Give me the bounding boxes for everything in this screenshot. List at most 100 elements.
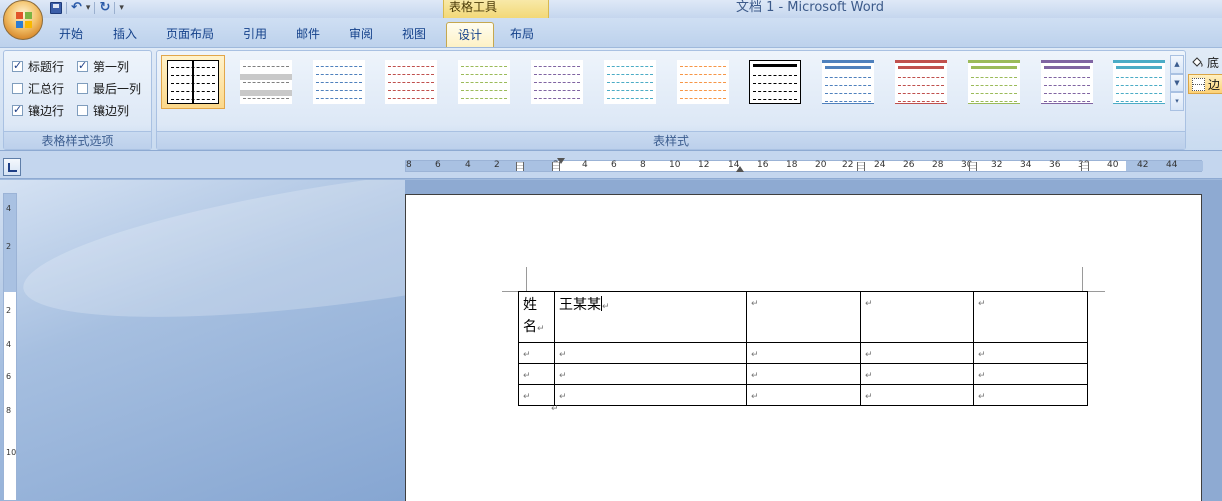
table-style-preview <box>531 60 583 104</box>
last-column-option[interactable]: 最后一列 <box>77 80 141 97</box>
table-style-thumb[interactable] <box>452 55 516 109</box>
header-row-checkbox[interactable] <box>12 59 23 72</box>
preview-line <box>1043 85 1090 86</box>
ruler-number: 24 <box>874 160 886 170</box>
table-style-thumb[interactable] <box>743 55 807 109</box>
first-column-option[interactable]: 第一列 <box>77 58 129 75</box>
redo-icon[interactable]: ↻ <box>99 1 110 15</box>
table-style-thumb[interactable] <box>671 55 735 109</box>
banded-rows-checkbox[interactable] <box>12 103 23 116</box>
table-cell[interactable]: ↵ <box>860 384 974 406</box>
horizontal-ruler[interactable]: 8642246810121416182022242628303234363840… <box>405 158 1203 172</box>
preview-line <box>753 64 798 67</box>
preview-line <box>534 74 580 75</box>
table-style-thumb[interactable] <box>598 55 662 109</box>
preview-line <box>1043 93 1090 94</box>
table-cell[interactable]: 姓名↵ <box>518 291 555 343</box>
banded-columns-checkbox[interactable] <box>77 105 88 116</box>
vertical-ruler[interactable]: 4 2 2 4 6 8 10 <box>3 193 17 501</box>
gallery-more-button[interactable]: ▾ <box>1170 92 1184 112</box>
tab-view[interactable]: 视图 <box>402 25 426 42</box>
table-style-thumb[interactable] <box>379 55 443 109</box>
tab-home[interactable]: 开始 <box>59 25 83 42</box>
table-style-thumb[interactable] <box>889 55 953 109</box>
table-cell[interactable]: ↵ <box>973 291 1088 343</box>
table-cell[interactable]: ↵ <box>860 363 974 385</box>
table-cell[interactable]: ↵ <box>746 342 861 364</box>
total-row-checkbox[interactable] <box>12 83 23 94</box>
table-row: ↵ ↵ ↵ ↵ ↵ <box>518 342 1088 364</box>
table-style-thumb[interactable] <box>307 55 371 109</box>
office-button[interactable] <box>3 0 43 40</box>
preview-line <box>315 82 362 83</box>
table-cell[interactable]: ↵ <box>746 384 861 406</box>
tab-selector-button[interactable] <box>3 158 21 176</box>
right-indent-marker[interactable] <box>736 166 744 172</box>
document-page[interactable]: 姓名↵ 王某某↵ ↵ ↵ ↵ ↵ ↵ ↵ ↵ ↵ ↵ ↵ ↵ ↵ ↵ ↵ ↵ ↵… <box>405 194 1202 501</box>
gallery-down-button[interactable]: ▼ <box>1170 73 1184 93</box>
undo-icon[interactable]: ↶ <box>71 1 82 15</box>
table-style-thumb[interactable] <box>1035 55 1099 109</box>
table-cell[interactable]: ↵ <box>554 363 747 385</box>
column-marker[interactable] <box>969 162 977 171</box>
table-cell[interactable]: ↵ <box>518 363 555 385</box>
table-cell[interactable]: ↵ <box>973 363 1088 385</box>
preview-line <box>171 83 215 84</box>
left-margin-region <box>406 161 556 171</box>
ruler-number: 2 <box>6 306 12 315</box>
header-row-option[interactable]: 标题行 <box>12 58 64 75</box>
undo-dropdown-icon[interactable]: ▾ <box>86 3 91 13</box>
preview-band <box>239 90 292 96</box>
table-style-thumb[interactable] <box>1107 55 1171 109</box>
preview-line <box>970 77 1017 78</box>
table-cell[interactable]: ↵ <box>518 384 555 406</box>
table-cell[interactable]: ↵ <box>554 384 747 406</box>
table-cell[interactable]: ↵ <box>973 384 1088 406</box>
total-row-option[interactable]: 汇总行 <box>12 80 64 97</box>
last-column-checkbox[interactable] <box>77 83 88 94</box>
table-cell[interactable]: ↵ <box>746 363 861 385</box>
table-cell[interactable]: ↵ <box>554 342 747 364</box>
table-cell[interactable]: 王某某↵ <box>554 291 747 343</box>
office-logo-icon <box>16 12 32 28</box>
cell-mark: ↵ <box>751 350 759 360</box>
tab-references[interactable]: 引用 <box>243 25 267 42</box>
tab-layout[interactable]: 布局 <box>510 25 534 42</box>
document-table[interactable]: 姓名↵ 王某某↵ ↵ ↵ ↵ ↵ ↵ ↵ ↵ ↵ ↵ ↵ ↵ ↵ ↵ ↵ ↵ ↵… <box>518 291 1088 406</box>
qat-separator <box>94 2 96 14</box>
cell-mark: ↵ <box>523 371 531 381</box>
tab-insert[interactable]: 插入 <box>113 25 137 42</box>
table-style-thumb[interactable] <box>161 55 225 109</box>
banded-columns-option[interactable]: 镶边列 <box>77 102 129 119</box>
tab-page-layout[interactable]: 页面布局 <box>166 25 214 42</box>
ruler-number: 10 <box>669 160 681 170</box>
column-marker[interactable] <box>1081 162 1089 171</box>
table-cell[interactable]: ↵ <box>746 291 861 343</box>
table-style-thumb[interactable] <box>962 55 1026 109</box>
indent-marker[interactable] <box>557 158 565 164</box>
window-title: 文档 1 - Microsoft Word <box>735 0 885 15</box>
column-marker[interactable] <box>857 162 865 171</box>
table-style-thumb[interactable] <box>816 55 880 109</box>
tab-review[interactable]: 审阅 <box>349 25 373 42</box>
save-icon[interactable] <box>50 2 62 14</box>
column-marker[interactable] <box>516 162 524 171</box>
table-cell[interactable]: ↵ <box>973 342 1088 364</box>
customize-qat-icon[interactable]: ▾ <box>119 3 124 13</box>
preview-line <box>242 82 289 83</box>
table-cell[interactable]: ↵ <box>860 342 974 364</box>
first-column-checkbox[interactable] <box>77 59 88 72</box>
ruler-number: 8 <box>6 406 12 415</box>
table-cell[interactable]: ↵ <box>518 342 555 364</box>
table-style-thumb[interactable] <box>525 55 589 109</box>
tab-mailings[interactable]: 邮件 <box>296 25 320 42</box>
borders-button[interactable]: 边 <box>1188 74 1222 94</box>
borders-label: 边 <box>1208 77 1221 92</box>
tab-design[interactable]: 设计 <box>446 22 495 48</box>
shading-button[interactable]: 底 <box>1188 52 1222 72</box>
table-style-thumb[interactable] <box>234 55 298 109</box>
table-style-preview <box>603 60 656 104</box>
table-cell[interactable]: ↵ <box>860 291 974 343</box>
gallery-up-button[interactable]: ▲ <box>1170 55 1184 74</box>
banded-rows-option[interactable]: 镶边行 <box>12 102 64 119</box>
